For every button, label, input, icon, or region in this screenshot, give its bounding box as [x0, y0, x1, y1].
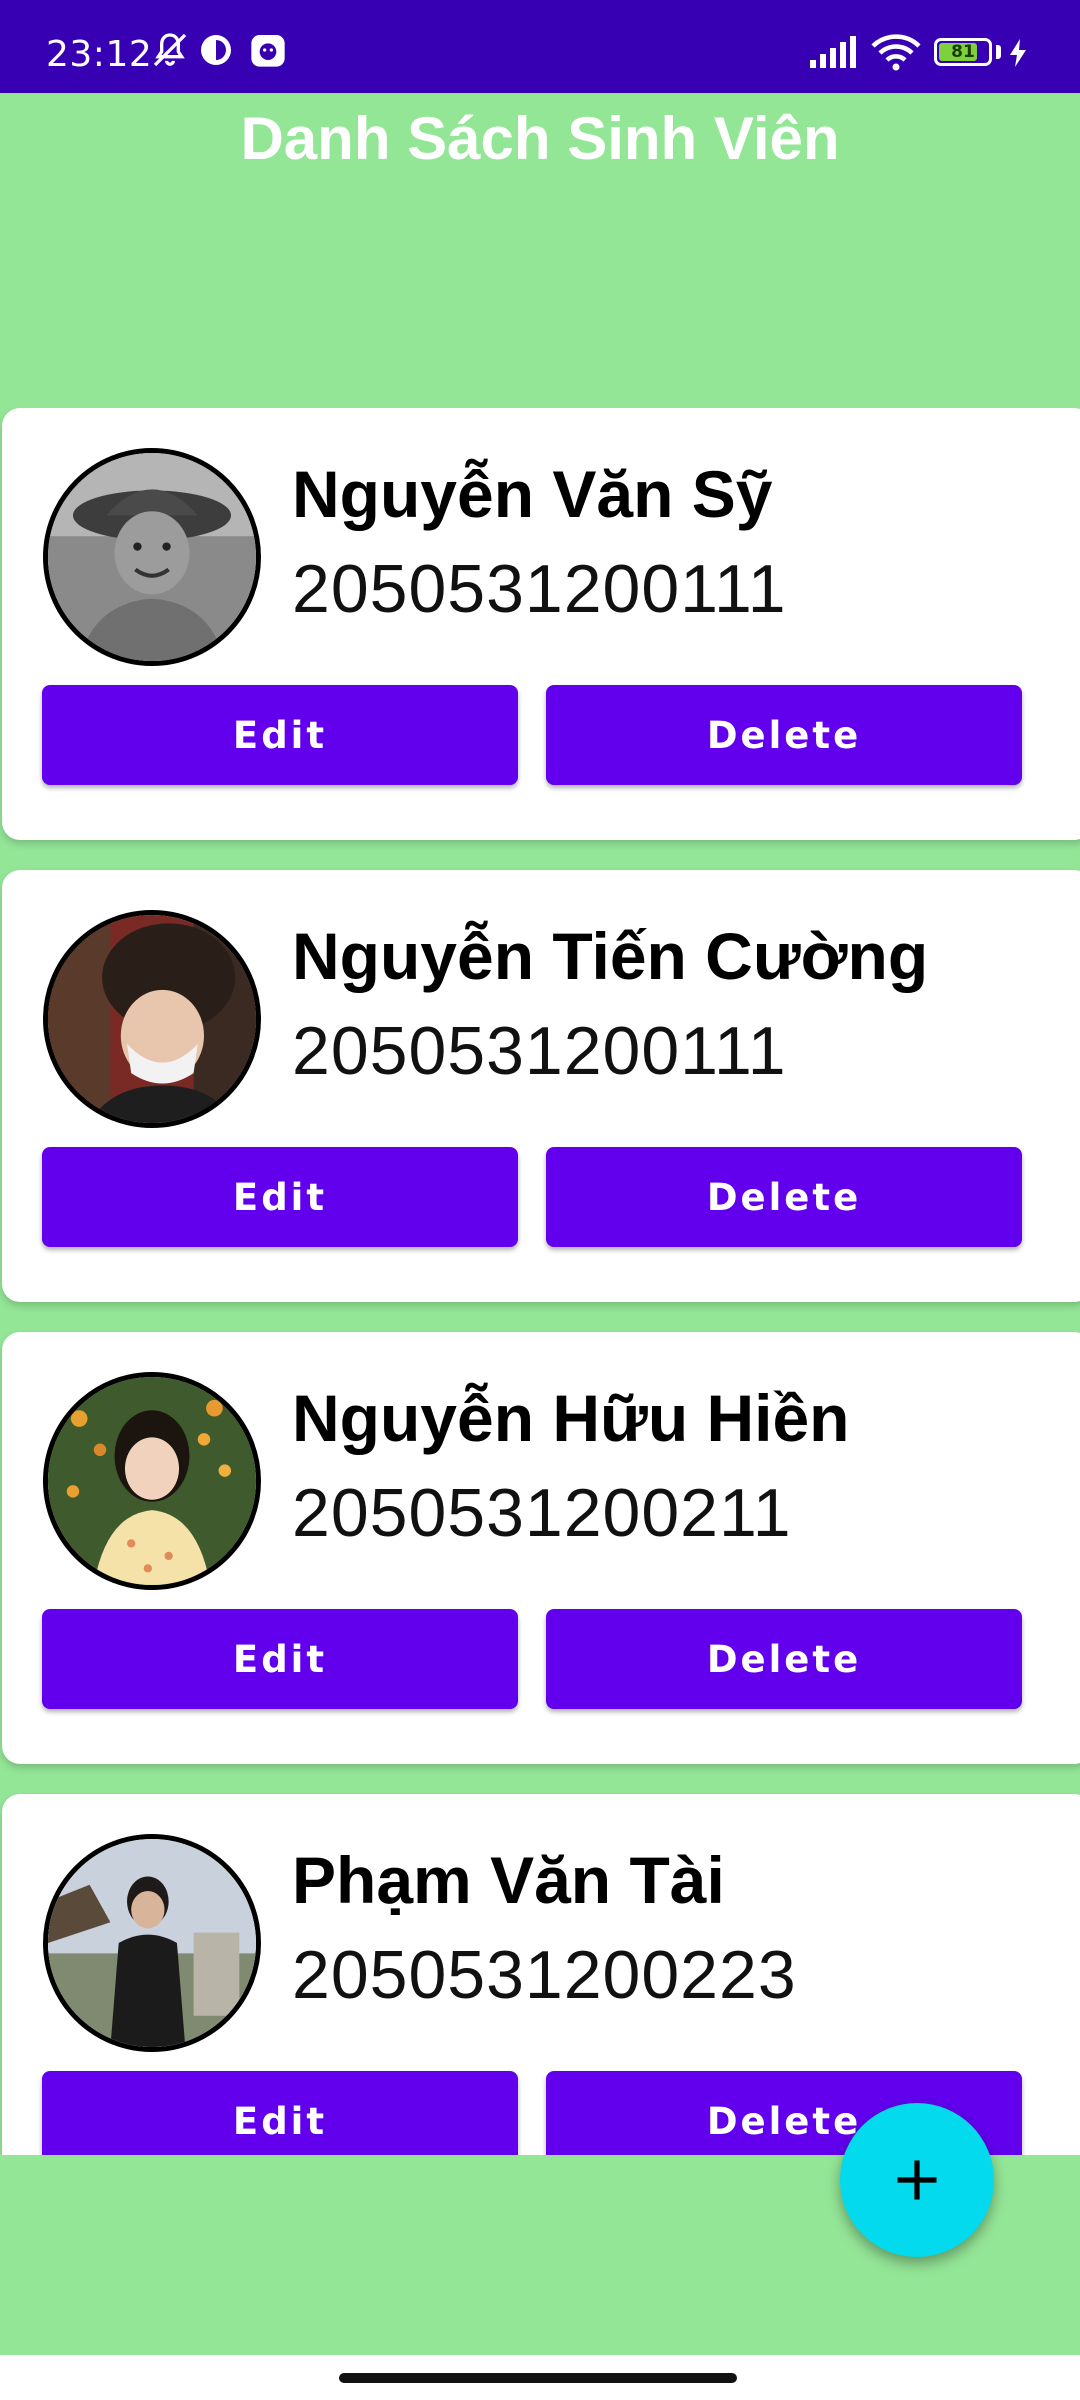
edit-button[interactable]: Edit	[42, 2071, 518, 2155]
avatar-photo-boy-mask	[48, 915, 256, 1123]
student-id: 2050531200223	[292, 1937, 797, 2013]
edit-button[interactable]: Edit	[42, 1609, 518, 1709]
student-card: Nguyễn Văn Sỹ 2050531200111 Edit Delete	[2, 408, 1080, 840]
charging-bolt-icon	[1010, 39, 1026, 67]
student-name: Nguyễn Văn Sỹ	[292, 457, 773, 531]
status-bar: 23:12 81	[0, 0, 1080, 93]
battery-icon: 81	[934, 38, 992, 66]
student-list[interactable]: Nguyễn Văn Sỹ 2050531200111 Edit Delete …	[0, 408, 1080, 2155]
student-avatar	[43, 910, 261, 1128]
student-avatar	[43, 448, 261, 666]
student-name: Phạm Văn Tài	[292, 1843, 725, 1917]
student-card: Nguyễn Hữu Hiền 2050531200211 Edit Delet…	[2, 1332, 1080, 1764]
page-title: Danh Sách Sinh Viên	[240, 105, 840, 172]
student-avatar	[43, 1834, 261, 2052]
delete-button[interactable]: Delete	[546, 1609, 1022, 1709]
student-name: Nguyễn Hữu Hiền	[292, 1381, 850, 1455]
app-notification-icon	[251, 35, 285, 67]
half-circle-icon	[201, 35, 231, 65]
battery-level: 81	[951, 42, 975, 62]
edit-button[interactable]: Edit	[42, 685, 518, 785]
avatar-photo-boy-outdoor	[48, 1839, 256, 2047]
status-time: 23:12	[46, 34, 153, 75]
avatar-photo-boy-hat	[48, 453, 256, 661]
student-avatar	[43, 1372, 261, 1590]
delete-button[interactable]: Delete	[546, 1147, 1022, 1247]
student-card: Phạm Văn Tài 2050531200223 Edit Delete	[2, 1794, 1080, 2155]
student-name: Nguyễn Tiến Cường	[292, 919, 929, 993]
student-id: 2050531200111	[292, 551, 787, 627]
wifi-icon	[871, 34, 921, 71]
add-student-button[interactable]	[840, 2103, 994, 2257]
bell-off-icon	[153, 33, 187, 67]
edit-button[interactable]: Edit	[42, 1147, 518, 1247]
avatar-photo-girl-flowers	[48, 1377, 256, 1585]
plus-icon	[897, 2160, 937, 2200]
student-card: Nguyễn Tiến Cường 2050531200111 Edit Del…	[2, 870, 1080, 1302]
battery-nub	[996, 45, 1001, 59]
home-gesture-handle[interactable]	[339, 2373, 737, 2383]
signal-icon	[810, 36, 856, 68]
delete-button[interactable]: Delete	[546, 685, 1022, 785]
navigation-bar	[0, 2355, 1080, 2400]
student-id: 2050531200211	[292, 1475, 792, 1551]
student-id: 2050531200111	[292, 1013, 787, 1089]
